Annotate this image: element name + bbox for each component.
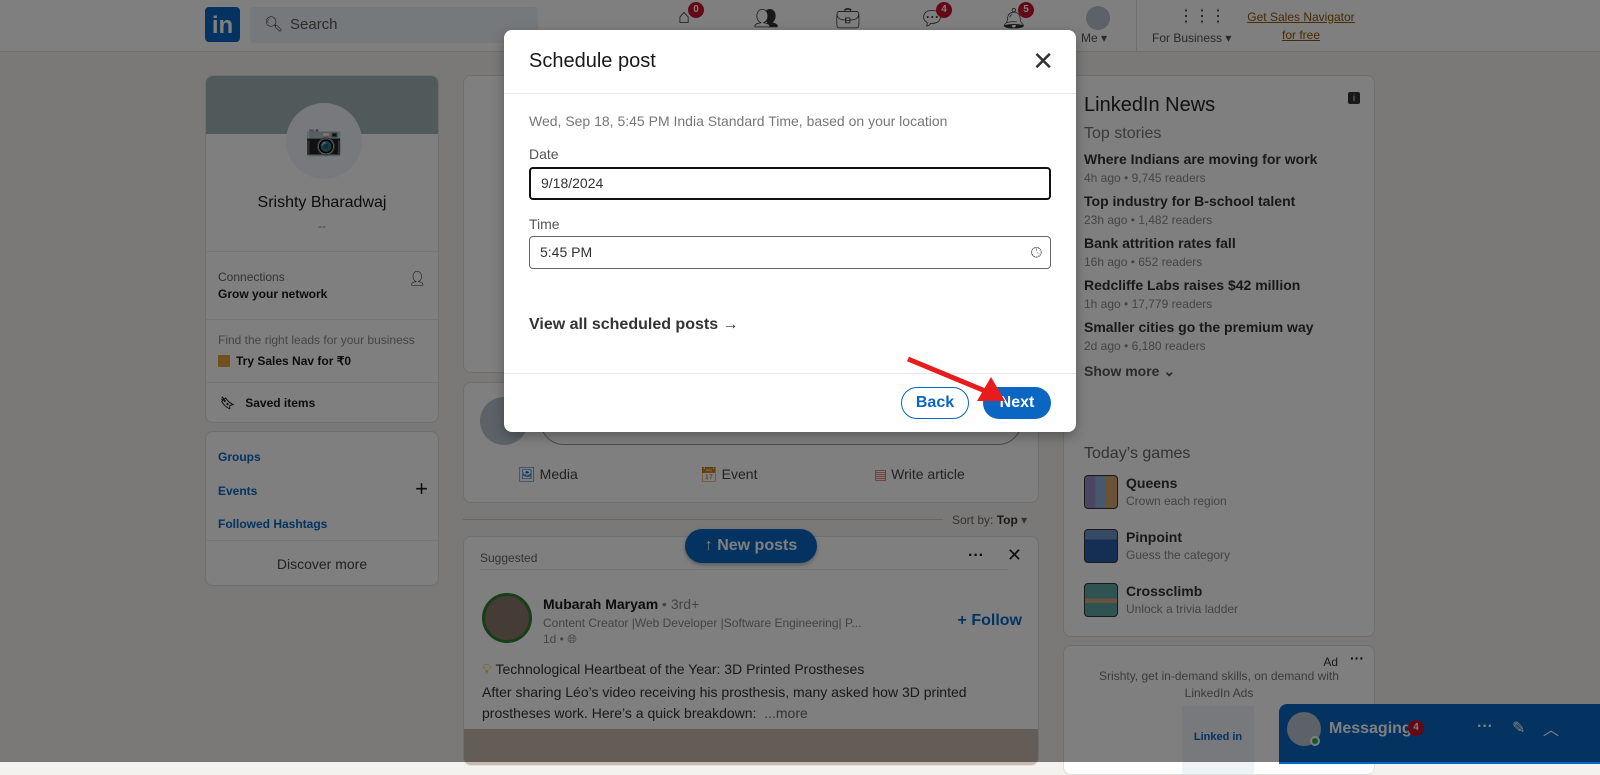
- back-button[interactable]: Back: [901, 387, 969, 419]
- view-all-scheduled-link[interactable]: View all scheduled posts →: [529, 316, 739, 334]
- date-input[interactable]: 9/18/2024: [529, 167, 1051, 200]
- time-label: Time: [529, 216, 560, 232]
- dialog-title: Schedule post: [504, 30, 1076, 94]
- date-label: Date: [529, 146, 559, 162]
- schedule-post-dialog: Schedule post ✕ Wed, Sep 18, 5:45 PM Ind…: [504, 30, 1076, 432]
- time-value: 5:45 PM: [540, 244, 593, 260]
- next-button[interactable]: Next: [983, 387, 1051, 419]
- time-input[interactable]: 5:45 PM 🕓︎: [529, 236, 1051, 269]
- timezone-note: Wed, Sep 18, 5:45 PM India Standard Time…: [529, 113, 948, 129]
- dialog-footer-divider: [504, 373, 1076, 374]
- close-icon[interactable]: ✕: [1032, 48, 1054, 74]
- clock-icon[interactable]: 🕓︎: [1031, 237, 1042, 268]
